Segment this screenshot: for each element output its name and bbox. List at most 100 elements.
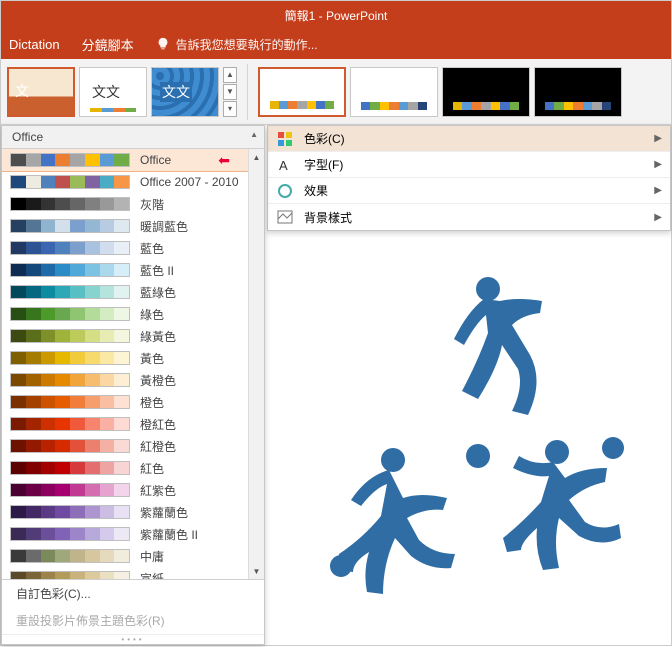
scroll-down-button[interactable]: ▼: [249, 563, 264, 579]
theme-thumb[interactable]: 文文: [79, 67, 147, 117]
variant-gallery: [258, 67, 622, 117]
color-scheme-item[interactable]: 紫蘿蘭色: [2, 501, 264, 523]
color-scheme-item[interactable]: 黃色: [2, 347, 264, 369]
chevron-right-icon: ▶: [654, 212, 662, 223]
color-scheme-item[interactable]: 宣紙: [2, 567, 264, 579]
ribbon-tabs: Dictation 分鏡腳本 告訴我您想要執行的動作...: [1, 29, 671, 59]
color-scheme-item[interactable]: 藍色: [2, 237, 264, 259]
menu-colors[interactable]: 色彩(C) ▶: [268, 126, 670, 152]
color-scheme-label: 紫蘿蘭色 II: [140, 526, 198, 543]
scrollbar: ▲ ▼: [248, 149, 264, 579]
color-scheme-label: 紫蘿蘭色: [140, 504, 188, 521]
dropdown-footer: 自訂色彩(C)... 重設投影片佈景主題色彩(R): [2, 579, 264, 634]
reset-theme-colors: 重設投影片佈景主題色彩(R): [2, 607, 264, 634]
menu-background-styles[interactable]: 背景樣式 ▶: [268, 204, 670, 230]
tab-dictation[interactable]: Dictation: [9, 37, 60, 52]
variant-thumb[interactable]: [350, 67, 438, 117]
color-swatch-strip: [10, 505, 130, 519]
color-scheme-item[interactable]: 灰階: [2, 193, 264, 215]
color-scheme-label: 中庸: [140, 548, 164, 565]
basketball-players-graphic: [288, 261, 648, 621]
color-scheme-dropdown: Office ▲ Office⬅Office 2007 - 2010灰階暖調藍色…: [1, 125, 265, 645]
variant-thumb[interactable]: [258, 67, 346, 117]
theme-thumb[interactable]: 文文: [151, 67, 219, 117]
color-scheme-label: 綠黃色: [140, 328, 176, 345]
theme-gallery: 文 文文 文文 ▲ ▼ ▾: [7, 67, 237, 117]
custom-colors[interactable]: 自訂色彩(C)...: [2, 580, 264, 607]
separator: [247, 64, 248, 120]
color-scheme-label: 宣紙: [140, 570, 164, 580]
color-scheme-label: 橙色: [140, 394, 164, 411]
color-swatch-strip: [10, 285, 130, 299]
variant-thumb[interactable]: [534, 67, 622, 117]
color-scheme-item[interactable]: 橙紅色: [2, 413, 264, 435]
menu-label: 背景樣式: [304, 209, 352, 226]
background-icon: [276, 208, 294, 226]
color-scheme-label: 灰階: [140, 196, 164, 213]
color-swatch-strip: [10, 395, 130, 409]
menu-fonts[interactable]: A 字型(F) ▶: [268, 152, 670, 178]
chevron-right-icon: ▶: [654, 133, 662, 144]
scrollbar-track[interactable]: [249, 165, 264, 563]
variant-thumb[interactable]: [442, 67, 530, 117]
tell-me-placeholder: 告訴我您想要執行的動作...: [176, 36, 318, 53]
color-scheme-item[interactable]: 紅色: [2, 457, 264, 479]
color-scheme-item[interactable]: 中庸: [2, 545, 264, 567]
color-scheme-label: 黃色: [140, 350, 164, 367]
ribbon-body: 文 文文 文文 ▲ ▼ ▾: [1, 59, 671, 125]
color-scheme-item[interactable]: 綠色: [2, 303, 264, 325]
color-scheme-list: Office⬅Office 2007 - 2010 灰階暖調藍色藍色藍色 II藍綠…: [2, 149, 264, 579]
color-scheme-label: 暖調藍色: [140, 218, 188, 235]
color-swatch-strip: [10, 329, 130, 343]
effects-icon: [276, 182, 294, 200]
scroll-down-button[interactable]: ▼: [223, 84, 237, 100]
lightbulb-icon: [156, 37, 170, 51]
color-swatch-strip: [10, 241, 130, 255]
color-swatch-strip: [10, 527, 130, 541]
dropdown-header-label: Office: [12, 130, 43, 144]
color-scheme-item[interactable]: 橙色: [2, 391, 264, 413]
color-swatch-strip: [10, 571, 130, 579]
color-swatch-strip: [10, 153, 130, 167]
color-swatch-strip: [10, 197, 130, 211]
color-scheme-label: 藍色: [140, 240, 164, 257]
menu-effects[interactable]: 效果 ▶: [268, 178, 670, 204]
color-scheme-item[interactable]: 暖調藍色: [2, 215, 264, 237]
color-scheme-item[interactable]: Office 2007 - 2010: [2, 171, 264, 193]
color-scheme-item[interactable]: 紫蘿蘭色 II: [2, 523, 264, 545]
tell-me-search[interactable]: 告訴我您想要執行的動作...: [156, 36, 318, 53]
annotation-arrow-icon: ⬅: [218, 152, 230, 169]
color-scheme-item[interactable]: 藍綠色: [2, 281, 264, 303]
color-scheme-item[interactable]: 紅橙色: [2, 435, 264, 457]
slide-canvas: [267, 237, 669, 645]
svg-text:A: A: [279, 158, 288, 173]
menu-label: 色彩(C): [304, 130, 345, 147]
window-title: 簡報1 - PowerPoint: [285, 7, 388, 24]
color-swatch-strip: [10, 351, 130, 365]
color-swatch-strip: [10, 439, 130, 453]
color-scheme-item[interactable]: 黃橙色: [2, 369, 264, 391]
color-swatch-strip: [10, 307, 130, 321]
resize-grip[interactable]: ••••: [2, 634, 264, 644]
theme-thumb[interactable]: 文: [7, 67, 75, 117]
color-scheme-label: 橙紅色: [140, 416, 176, 433]
tab-storyboard[interactable]: 分鏡腳本: [82, 35, 134, 54]
color-scheme-label: 綠色: [140, 306, 164, 323]
color-scheme-item[interactable]: 紅紫色: [2, 479, 264, 501]
color-swatch-strip: [10, 175, 130, 189]
color-scheme-item[interactable]: Office⬅: [2, 149, 264, 171]
main-area: 色彩(C) ▶ A 字型(F) ▶ 效果 ▶ 背景樣式 ▶ Office ▲ O…: [1, 125, 671, 647]
color-scheme-label: 黃橙色: [140, 372, 176, 389]
scroll-up-button[interactable]: ▲: [249, 149, 264, 165]
chevron-right-icon: ▶: [654, 159, 662, 170]
scroll-up-button[interactable]: ▲: [223, 67, 237, 83]
dropdown-header: Office ▲: [2, 126, 264, 149]
color-scheme-item[interactable]: 綠黃色: [2, 325, 264, 347]
color-scheme-label: 紅紫色: [140, 482, 176, 499]
chevron-up-icon: ▲: [250, 130, 258, 139]
color-scheme-item[interactable]: 藍色 II: [2, 259, 264, 281]
expand-gallery-button[interactable]: ▾: [223, 101, 237, 117]
variant-flyout-menu: 色彩(C) ▶ A 字型(F) ▶ 效果 ▶ 背景樣式 ▶: [267, 125, 671, 231]
font-icon: A: [276, 156, 294, 174]
theme-gallery-spinner: ▲ ▼ ▾: [223, 67, 237, 117]
